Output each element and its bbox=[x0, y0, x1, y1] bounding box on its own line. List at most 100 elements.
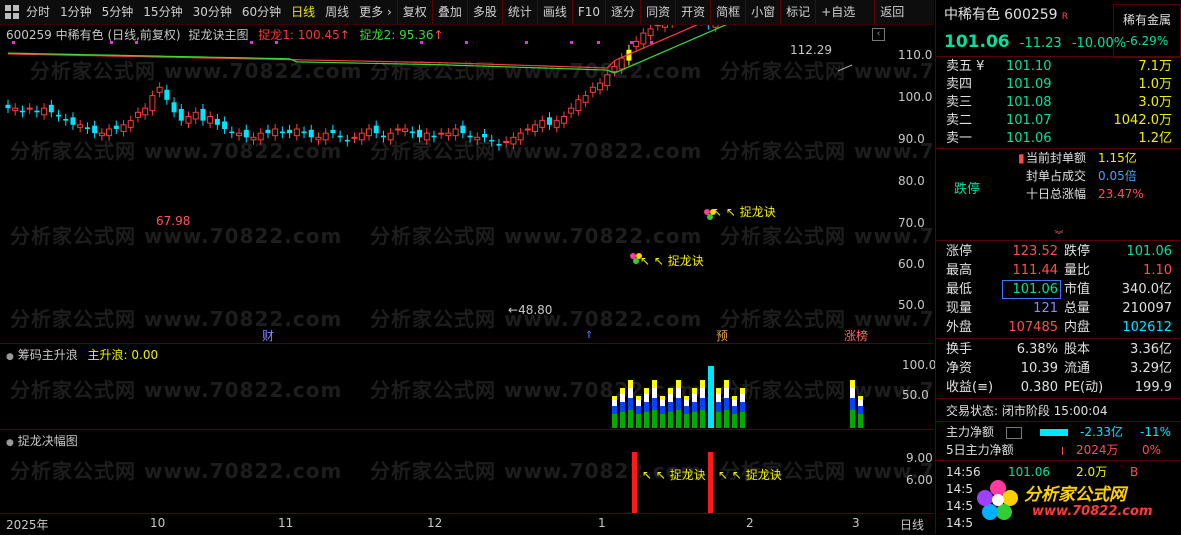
signal-dot bbox=[250, 41, 253, 44]
seal-ratio-value: 0.05倍 bbox=[1098, 169, 1137, 183]
chip-bar bbox=[716, 394, 721, 402]
tenday-row: 十日总涨幅 23.47% bbox=[936, 185, 1181, 203]
ask-label: 卖三 bbox=[946, 95, 973, 110]
signal-dot bbox=[12, 41, 15, 44]
candle-body bbox=[207, 115, 214, 124]
tab-daily[interactable]: 日线 bbox=[286, 0, 320, 24]
five-day-label: 5日主力净额 bbox=[946, 443, 1014, 457]
event-marker-icon[interactable]: ⇑ bbox=[585, 330, 593, 341]
zhufen-button[interactable]: 逐分 bbox=[605, 0, 640, 24]
overlay-button[interactable]: 叠加 bbox=[431, 0, 467, 24]
zlj-signal-label: ↖ ↖ 捉龙诀 bbox=[712, 205, 776, 219]
mark-button[interactable]: 标记 bbox=[780, 0, 815, 24]
ask-row[interactable]: 卖一 101.06 1.2亿 bbox=[936, 130, 1181, 148]
multi-stock-button[interactable]: 多股 bbox=[466, 0, 502, 24]
ask-row[interactable]: 卖二 101.07 1042.0万 bbox=[936, 112, 1181, 130]
sub2-name[interactable]: 捉龙决幅图 bbox=[18, 434, 78, 448]
f10-button[interactable]: F10 bbox=[571, 0, 605, 24]
candle-body bbox=[460, 125, 466, 134]
y-tick: 50.0 bbox=[898, 298, 925, 312]
zlj-amplitude-panel[interactable]: 分析家公式网 www.70822.com 分析家公式网 www.70822.co… bbox=[0, 429, 1051, 514]
x-tick: 2 bbox=[746, 516, 754, 530]
low-price-label: ←48.80 bbox=[508, 303, 553, 317]
tab-weekly[interactable]: 周线 bbox=[320, 0, 354, 24]
x-tick: 10 bbox=[150, 516, 166, 530]
fin-row: 净资 10.39 流通 3.29亿 bbox=[936, 360, 1181, 378]
tab-15min[interactable]: 15分钟 bbox=[138, 0, 187, 24]
chip-bar bbox=[724, 388, 729, 398]
zhangbang-marker[interactable]: 涨榜 bbox=[844, 327, 868, 344]
fin-value: 10.39 bbox=[1020, 361, 1058, 376]
low-price-value: 48.80 bbox=[518, 303, 553, 317]
layout-grid-icon[interactable] bbox=[5, 5, 19, 19]
candle-body bbox=[358, 132, 365, 141]
chip-bar bbox=[732, 414, 737, 428]
add-watchlist-button[interactable]: +自选 bbox=[815, 0, 860, 24]
candle-body bbox=[517, 132, 524, 141]
kaizi-button[interactable]: 开资 bbox=[675, 0, 710, 24]
stat-label: 内盘 bbox=[1064, 320, 1091, 335]
tab-1min[interactable]: 1分钟 bbox=[55, 0, 97, 24]
ask-row[interactable]: 卖三 101.08 3.0万 bbox=[936, 94, 1181, 112]
stat-label: 总量 bbox=[1064, 301, 1091, 316]
candle-body bbox=[560, 115, 567, 124]
fin-value: 0.380 bbox=[1020, 380, 1058, 395]
ask-volume: 1.0万 bbox=[1138, 77, 1172, 92]
fin-label: 净资 bbox=[946, 361, 973, 376]
expand-chevron-icon[interactable]: ︾ bbox=[1044, 228, 1074, 241]
candle-body bbox=[142, 107, 149, 116]
chip-indicator-panel[interactable]: 分析家公式网 www.70822.com 分析家公式网 www.70822.co… bbox=[0, 343, 1051, 428]
draw-line-button[interactable]: 画线 bbox=[536, 0, 572, 24]
back-button[interactable]: 返回 bbox=[874, 0, 909, 24]
main-flow-label: 主力净额 bbox=[946, 425, 995, 439]
candle-body bbox=[597, 82, 604, 91]
kline-svg bbox=[5, 25, 853, 264]
candle-body bbox=[654, 25, 661, 27]
flow-dropdown-icon[interactable] bbox=[1006, 427, 1022, 439]
ask-row[interactable]: 卖五 ¥ 101.10 7.1万 bbox=[936, 58, 1181, 76]
low-price-highlight bbox=[1002, 280, 1061, 299]
chip-bar bbox=[660, 400, 665, 406]
jiankuang-button[interactable]: 简框 bbox=[710, 0, 745, 24]
tab-more[interactable]: 更多 › bbox=[354, 0, 397, 24]
chip-bar bbox=[636, 406, 641, 414]
flow-bar bbox=[1040, 429, 1068, 436]
candle-body bbox=[604, 74, 611, 87]
candle-body bbox=[575, 99, 582, 112]
collapse-icon[interactable]: ● bbox=[6, 438, 14, 448]
tab-fenshi[interactable]: 分时 bbox=[21, 0, 55, 24]
x-tick: 2025年 bbox=[6, 518, 49, 532]
candle-body bbox=[236, 132, 243, 137]
ask-row[interactable]: 卖四 101.09 1.0万 bbox=[936, 76, 1181, 94]
chip-bar bbox=[668, 388, 673, 394]
tick-time: 14:5 bbox=[946, 499, 973, 513]
tab-60min[interactable]: 60分钟 bbox=[237, 0, 286, 24]
finance-marker[interactable]: 财 bbox=[262, 327, 274, 344]
chip-bar bbox=[652, 380, 657, 388]
stats-button[interactable]: 统计 bbox=[501, 0, 537, 24]
forecast-marker[interactable]: 预 bbox=[716, 327, 728, 344]
chip-bar bbox=[850, 398, 855, 410]
high-price-label: 112.29 bbox=[790, 43, 832, 57]
signal-dot bbox=[110, 41, 113, 44]
period-label[interactable]: 日线 bbox=[900, 516, 924, 533]
candle-body bbox=[113, 125, 119, 129]
tongzi-button[interactable]: 同资 bbox=[640, 0, 675, 24]
chip-bar bbox=[700, 380, 705, 388]
stat-value: 102612 bbox=[1122, 320, 1172, 335]
signal-dot bbox=[465, 41, 468, 44]
tab-5min[interactable]: 5分钟 bbox=[97, 0, 139, 24]
candle-body bbox=[48, 104, 54, 113]
candle-body bbox=[474, 136, 481, 141]
chip-bar bbox=[644, 402, 649, 412]
candle-body bbox=[547, 117, 552, 125]
chip-bar bbox=[628, 398, 633, 410]
tab-30min[interactable]: 30分钟 bbox=[188, 0, 237, 24]
chip-bar bbox=[644, 412, 649, 428]
main-kline-panel[interactable]: 分析家公式网 www.70822.com 分析家公式网 www.70822.co… bbox=[0, 25, 1051, 344]
fuquan-button[interactable]: 复权 bbox=[396, 0, 432, 24]
chip-bar bbox=[850, 388, 855, 398]
chip-bar bbox=[692, 394, 697, 402]
ask-price: 101.07 bbox=[1006, 113, 1052, 128]
small-window-button[interactable]: 小窗 bbox=[745, 0, 780, 24]
